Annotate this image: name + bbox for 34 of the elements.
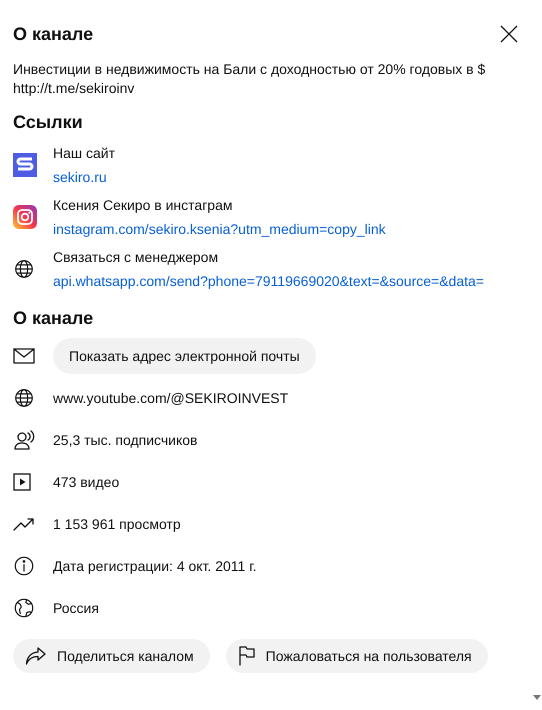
report-button[interactable]: Пожаловаться на пользователя <box>226 639 488 673</box>
flag-icon <box>238 646 256 666</box>
play-icon <box>13 473 31 491</box>
info-icon <box>13 555 35 577</box>
people-icon <box>13 429 37 451</box>
link-title: Наш сайт <box>53 144 116 163</box>
globe-icon <box>13 387 35 409</box>
detail-text: 1 153 961 просмотр <box>53 514 181 534</box>
globe-icon <box>13 258 35 280</box>
share-icon <box>25 647 47 665</box>
link-url[interactable]: api.whatsapp.com/send?phone=79119669020&text=&source=&data= <box>53 269 484 293</box>
dialog-title: О канале <box>13 23 94 45</box>
camera-icon <box>13 205 37 229</box>
detail-text: Россия <box>53 598 99 618</box>
mail-icon <box>13 348 35 364</box>
description-text: Инвестиции в недвижимость на Бали с доходностью от 20% годовых в $ <box>13 60 486 79</box>
description-text: http://t.me/sekiroinv <box>13 79 136 98</box>
detail-text: Дата регистрации: 4 окт. 2011 г. <box>53 556 256 576</box>
site-logo-icon <box>13 153 37 177</box>
link-url[interactable]: instagram.com/sekiro.ksenia?utm_medium=copy_link <box>53 217 386 241</box>
link-url[interactable]: sekiro.ru <box>53 165 116 189</box>
link-title: Связаться с менеджером <box>53 248 220 267</box>
close-icon <box>500 25 518 43</box>
show-email-button[interactable]: Показать адрес электронной почты <box>53 338 316 374</box>
earth-icon <box>13 597 35 619</box>
detail-text: www.youtube.com/@SEKIROINVEST <box>53 388 288 408</box>
link-title: Ксения Секиро в инстаграм <box>53 196 234 215</box>
detail-text: 25,3 тыс. подписчиков <box>53 430 198 450</box>
scroll-down-arrow-icon[interactable] <box>533 695 541 700</box>
trend-icon <box>13 517 35 531</box>
section-title: Ссылки <box>13 111 84 133</box>
share-button[interactable]: Поделиться каналом <box>13 639 210 673</box>
detail-text: 473 видео <box>53 472 120 492</box>
section-title: О канале <box>13 307 94 329</box>
